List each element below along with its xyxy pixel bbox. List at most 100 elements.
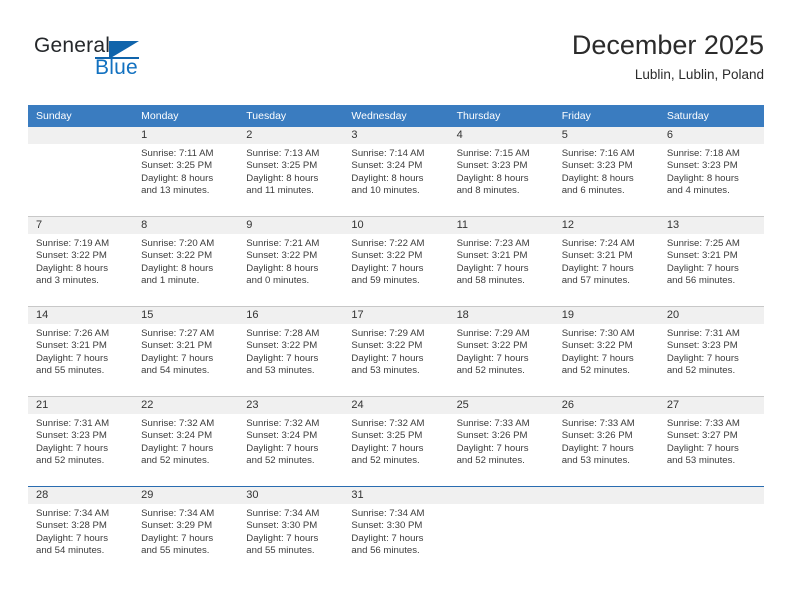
day-cell-inner: 26 Sunrise: 7:33 AM Sunset: 3:26 PM Dayligh…: [553, 397, 659, 486]
sunset-text: Sunset: 3:29 PM: [141, 520, 213, 532]
calendar-day-cell[interactable]: 7 Sunrise: 7:19 AM Sunset: 3:22 PM Daylight…: [28, 216, 134, 307]
logo-text-general: General: [34, 34, 111, 57]
calendar-day-cell[interactable]: 3 Sunrise: 7:14 AM Sunset: 3:24 PM Daylight…: [343, 127, 449, 217]
calendar-day-cell[interactable]: 29 Sunrise: 7:34 AM Sunset: 3:29 PM Dayligh…: [133, 486, 239, 576]
calendar-day-cell[interactable]: 13 Sunrise: 7:25 AM Sunset: 3:21 PM Dayligh…: [658, 216, 764, 307]
day-details: Sunrise: 7:28 AM Sunset: 3:22 PM Daylight:…: [238, 324, 343, 378]
daylight-text-line1: Daylight: 7 hours: [666, 352, 739, 364]
calendar-day-cell[interactable]: 23 Sunrise: 7:32 AM Sunset: 3:24 PM Dayligh…: [238, 396, 344, 487]
weekday-header-tuesday: Tuesday: [238, 105, 344, 127]
day-number: 12: [553, 217, 659, 234]
calendar-day-cell[interactable]: 30 Sunrise: 7:34 AM Sunset: 3:30 PM Dayligh…: [238, 486, 344, 576]
daylight-text-line2: and 55 minutes.: [36, 365, 105, 377]
weekday-header-saturday: Saturday: [658, 105, 764, 127]
calendar-day-cell[interactable]: 2 Sunrise: 7:13 AM Sunset: 3:25 PM Daylight…: [238, 127, 344, 217]
calendar-day-cell[interactable]: 16 Sunrise: 7:28 AM Sunset: 3:22 PM Dayligh…: [238, 306, 344, 397]
calendar-day-cell[interactable]: 28 Sunrise: 7:34 AM Sunset: 3:28 PM Dayligh…: [28, 486, 134, 576]
daylight-text-line1: Daylight: 7 hours: [246, 352, 319, 364]
daylight-text-line2: and 52 minutes.: [666, 365, 736, 377]
day-cell-inner: [448, 487, 554, 576]
day-details: Sunrise: 7:32 AM Sunset: 3:25 PM Daylight:…: [343, 414, 448, 468]
calendar-day-cell[interactable]: 8 Sunrise: 7:20 AM Sunset: 3:22 PM Daylight…: [133, 216, 239, 307]
daylight-text-line1: Daylight: 8 hours: [246, 172, 319, 184]
calendar-day-cell[interactable]: 12 Sunrise: 7:24 AM Sunset: 3:21 PM Dayligh…: [553, 216, 659, 307]
day-cell-inner: 16 Sunrise: 7:28 AM Sunset: 3:22 PM Dayligh…: [238, 307, 344, 396]
calendar-day-cell[interactable]: 6 Sunrise: 7:18 AM Sunset: 3:23 PM Daylight…: [658, 127, 764, 217]
calendar-day-cell[interactable]: 25 Sunrise: 7:33 AM Sunset: 3:26 PM Dayligh…: [448, 396, 554, 487]
general-blue-logo[interactable]: General Blue: [34, 34, 214, 90]
sunrise-text: Sunrise: 7:30 AM: [561, 328, 635, 339]
calendar-day-cell[interactable]: 18 Sunrise: 7:29 AM Sunset: 3:22 PM Dayligh…: [448, 306, 554, 397]
calendar-day-cell[interactable]: 1 Sunrise: 7:11 AM Sunset: 3:25 PM Daylight…: [133, 127, 239, 217]
daylight-text-line1: Daylight: 7 hours: [141, 352, 214, 364]
calendar-day-cell[interactable]: 5 Sunrise: 7:16 AM Sunset: 3:23 PM Daylight…: [553, 127, 659, 217]
day-number: 17: [343, 307, 449, 324]
sunset-text: Sunset: 3:30 PM: [351, 520, 423, 532]
calendar-day-cell[interactable]: 21 Sunrise: 7:31 AM Sunset: 3:23 PM Dayligh…: [28, 396, 134, 487]
sunrise-text: Sunrise: 7:34 AM: [141, 508, 215, 519]
day-details: Sunrise: 7:33 AM Sunset: 3:27 PM Daylight:…: [659, 414, 764, 468]
day-number: 29: [133, 487, 239, 504]
sunrise-text: Sunrise: 7:32 AM: [141, 418, 215, 429]
day-details: Sunrise: 7:13 AM Sunset: 3:25 PM Daylight:…: [238, 144, 343, 198]
day-cell-inner: 1 Sunrise: 7:11 AM Sunset: 3:25 PM Daylight…: [133, 127, 239, 216]
day-details: Sunrise: 7:29 AM Sunset: 3:22 PM Daylight:…: [449, 324, 554, 378]
sunset-text: Sunset: 3:24 PM: [351, 160, 423, 172]
day-cell-inner: 15 Sunrise: 7:27 AM Sunset: 3:21 PM Dayligh…: [133, 307, 239, 396]
day-details: [554, 504, 659, 508]
sunset-text: Sunset: 3:23 PM: [666, 160, 738, 172]
day-cell-inner: 21 Sunrise: 7:31 AM Sunset: 3:23 PM Dayligh…: [28, 397, 134, 486]
sunset-text: Sunset: 3:22 PM: [141, 250, 213, 262]
calendar-day-cell[interactable]: 14 Sunrise: 7:26 AM Sunset: 3:21 PM Dayligh…: [28, 306, 134, 397]
calendar-day-cell[interactable]: 15 Sunrise: 7:27 AM Sunset: 3:21 PM Dayligh…: [133, 306, 239, 397]
calendar-day-cell[interactable]: 22 Sunrise: 7:32 AM Sunset: 3:24 PM Dayligh…: [133, 396, 239, 487]
calendar-day-cell[interactable]: 31 Sunrise: 7:34 AM Sunset: 3:30 PM Dayligh…: [343, 486, 449, 576]
daylight-text-line2: and 56 minutes.: [666, 275, 736, 287]
day-cell-inner: 28 Sunrise: 7:34 AM Sunset: 3:28 PM Dayligh…: [28, 487, 134, 576]
day-number: 14: [28, 307, 134, 324]
day-number: 3: [343, 127, 449, 144]
calendar-day-cell[interactable]: 10 Sunrise: 7:22 AM Sunset: 3:22 PM Dayligh…: [343, 216, 449, 307]
day-number: 25: [448, 397, 554, 414]
daylight-text-line1: Daylight: 8 hours: [666, 172, 739, 184]
day-details: Sunrise: 7:27 AM Sunset: 3:21 PM Daylight:…: [133, 324, 238, 378]
sunset-text: Sunset: 3:23 PM: [561, 160, 633, 172]
day-cell-inner: 13 Sunrise: 7:25 AM Sunset: 3:21 PM Dayligh…: [658, 217, 764, 306]
daylight-text-line2: and 52 minutes.: [351, 455, 420, 467]
sunset-text: Sunset: 3:30 PM: [246, 520, 318, 532]
sunrise-text: Sunrise: 7:34 AM: [246, 508, 320, 519]
daylight-text-line2: and 53 minutes.: [246, 365, 315, 377]
calendar-day-cell[interactable]: 19 Sunrise: 7:30 AM Sunset: 3:22 PM Dayligh…: [553, 306, 659, 397]
day-number: [658, 487, 764, 504]
calendar-day-cell[interactable]: 11 Sunrise: 7:23 AM Sunset: 3:21 PM Dayligh…: [448, 216, 554, 307]
calendar-day-cell[interactable]: 17 Sunrise: 7:29 AM Sunset: 3:22 PM Dayligh…: [343, 306, 449, 397]
sunrise-text: Sunrise: 7:28 AM: [246, 328, 320, 339]
sunset-text: Sunset: 3:22 PM: [456, 340, 528, 352]
calendar-day-cell[interactable]: 24 Sunrise: 7:32 AM Sunset: 3:25 PM Dayligh…: [343, 396, 449, 487]
day-details: Sunrise: 7:24 AM Sunset: 3:21 PM Daylight:…: [554, 234, 659, 288]
sunrise-text: Sunrise: 7:31 AM: [36, 418, 110, 429]
calendar-day-cell[interactable]: 27 Sunrise: 7:33 AM Sunset: 3:27 PM Dayligh…: [658, 396, 764, 487]
daylight-text-line2: and 54 minutes.: [141, 365, 210, 377]
day-cell-inner: 4 Sunrise: 7:15 AM Sunset: 3:23 PM Daylight…: [448, 127, 554, 216]
calendar-day-cell[interactable]: 26 Sunrise: 7:33 AM Sunset: 3:26 PM Dayligh…: [553, 396, 659, 487]
daylight-text-line2: and 55 minutes.: [246, 545, 315, 557]
sunset-text: Sunset: 3:26 PM: [561, 430, 633, 442]
calendar-day-cell[interactable]: 9 Sunrise: 7:21 AM Sunset: 3:22 PM Daylight…: [238, 216, 344, 307]
sunset-text: Sunset: 3:21 PM: [141, 340, 213, 352]
day-number: 8: [133, 217, 239, 234]
daylight-text-line2: and 58 minutes.: [456, 275, 525, 287]
day-number: 16: [238, 307, 344, 324]
daylight-text-line1: Daylight: 8 hours: [246, 262, 319, 274]
day-number: 28: [28, 487, 134, 504]
calendar-day-cell[interactable]: 4 Sunrise: 7:15 AM Sunset: 3:23 PM Daylight…: [448, 127, 554, 217]
day-cell-inner: 20 Sunrise: 7:31 AM Sunset: 3:23 PM Dayligh…: [658, 307, 764, 396]
calendar-week-row: 28 Sunrise: 7:34 AM Sunset: 3:28 PM Dayligh…: [28, 486, 764, 576]
daylight-text-line1: Daylight: 7 hours: [246, 532, 319, 544]
calendar-day-cell[interactable]: 20 Sunrise: 7:31 AM Sunset: 3:23 PM Dayligh…: [658, 306, 764, 397]
daylight-text-line1: Daylight: 8 hours: [456, 172, 529, 184]
sunrise-text: Sunrise: 7:31 AM: [666, 328, 740, 339]
day-number: 7: [28, 217, 134, 234]
day-cell-inner: 17 Sunrise: 7:29 AM Sunset: 3:22 PM Dayligh…: [343, 307, 449, 396]
daylight-text-line2: and 53 minutes.: [666, 455, 736, 467]
